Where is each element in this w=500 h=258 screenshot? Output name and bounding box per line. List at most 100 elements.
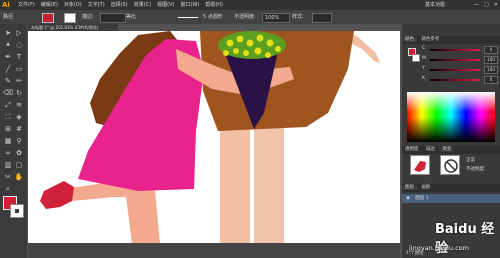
watermark: Baidu 经验 jingyan.baidu.com <box>405 210 500 258</box>
window-controls: — □ ✕ <box>474 0 498 10</box>
watermark-url: jingyan.baidu.com <box>409 244 469 252</box>
tools-panel: ➤ ▷ ✦ ◌ ✒ T ╱ ▭ ✎ ✏ ⌫ ↻ ⤢ ≋ ⛶ ◈ ⊞ # ▦ ⚲ ∞ ✿ ▥ ▢ ✂ ✋ ⌕ <box>0 24 27 258</box>
shoe-thumbnail-icon <box>414 161 426 172</box>
mesh-tool-icon[interactable]: # <box>14 124 24 134</box>
panel-opacity-label: 不透明度: <box>466 167 486 172</box>
blend-tool-icon[interactable]: ∞ <box>3 148 13 158</box>
pen-tool-icon[interactable]: ✒ <box>3 52 13 62</box>
rectangle-tool-icon[interactable]: ▭ <box>14 64 24 74</box>
menu-item-0[interactable]: 文件(F) <box>18 0 35 10</box>
opacity-label: 不透明度: <box>234 14 256 20</box>
slider-field-y[interactable]: 100 <box>484 66 498 74</box>
girl-shoe <box>40 181 74 209</box>
slice-tool-icon[interactable]: ✂ <box>3 172 13 182</box>
slider-label-m: M <box>422 56 426 61</box>
control-bar: 路径 描边: 等比 5 点圆形 不透明度: 100% 样式: <box>0 10 500 24</box>
man-left-leg <box>220 127 250 243</box>
scale-tool-icon[interactable]: ⤢ <box>3 100 13 110</box>
panel-stroke-swatch[interactable] <box>412 54 420 62</box>
brush-label[interactable]: 5 点圆形 <box>203 10 223 24</box>
menu-item-3[interactable]: 文字(T) <box>88 0 105 10</box>
illustration <box>40 31 380 243</box>
tab-gradient[interactable]: 渐变 <box>439 147 455 152</box>
tab-color[interactable]: 颜色 <box>402 37 417 42</box>
gradient-preview[interactable] <box>410 155 430 175</box>
pencil-tool-icon[interactable]: ✏ <box>14 76 24 86</box>
layer-name: 图层 1 <box>415 196 429 201</box>
slider-field-k[interactable]: 0 <box>484 76 498 84</box>
eraser-tool-icon[interactable]: ⌫ <box>3 88 13 98</box>
control-stroke-swatch[interactable] <box>64 13 76 23</box>
perspective-tool-icon[interactable]: ⊞ <box>3 124 13 134</box>
eyedropper-tool-icon[interactable]: ⚲ <box>14 136 24 146</box>
slider-label-c: C <box>422 46 426 51</box>
stroke-label: 描边: <box>82 14 94 20</box>
minimize-icon[interactable]: — <box>474 0 479 10</box>
shape-builder-tool-icon[interactable]: ◈ <box>14 112 24 122</box>
menu-item-6[interactable]: 视图(V) <box>157 0 174 10</box>
layer-row[interactable]: ◉ 图层 1 <box>402 194 500 203</box>
selection-arrow-tool-icon[interactable]: ➤ <box>3 28 13 38</box>
width-tool-icon[interactable]: ≋ <box>14 100 24 110</box>
gradient-tool-icon[interactable]: ▦ <box>3 136 13 146</box>
line-tool-icon[interactable]: ╱ <box>3 64 13 74</box>
selection-type-label: 路径 <box>3 14 14 20</box>
tab-transparency[interactable]: 透明度 <box>402 147 422 152</box>
menu-item-7[interactable]: 窗口(W) <box>180 0 199 10</box>
hand-tool-icon[interactable]: ✋ <box>14 172 24 182</box>
blend-mode[interactable]: 正常 <box>466 157 475 163</box>
type-tool-icon[interactable]: T <box>14 52 24 62</box>
maximize-icon[interactable]: □ <box>484 0 489 10</box>
man-right-leg <box>254 127 284 243</box>
appearance-panel-tabs: 透明度 描边 渐变 <box>402 146 500 154</box>
menu-item-5[interactable]: 效果(C) <box>134 0 151 10</box>
workspace-switcher[interactable]: 基本功能 <box>425 0 445 10</box>
slider-label-k: K <box>422 76 425 81</box>
tab-stroke[interactable]: 描边 <box>423 147 438 152</box>
style-label: 样式: <box>292 14 304 20</box>
menu-item-8[interactable]: 帮助(H) <box>205 0 223 10</box>
status-bar <box>28 243 400 258</box>
lasso-tool-icon[interactable]: ◌ <box>14 40 24 50</box>
tab-layers[interactable]: 图层 <box>402 185 417 190</box>
style-dropdown[interactable] <box>312 13 332 23</box>
menu-item-1[interactable]: 编辑(E) <box>41 0 58 10</box>
slider-m[interactable] <box>430 59 480 61</box>
slider-c[interactable] <box>430 49 480 51</box>
menu-item-4[interactable]: 选择(S) <box>111 0 128 10</box>
none-swatch-icon[interactable] <box>440 155 460 175</box>
color-panel-tabs: 颜色 颜色参考 <box>402 36 500 44</box>
menu-items: 文件(F) 编辑(E) 对象(O) 文字(T) 选择(S) 效果(C) 视图(V) 窗口(W)… <box>18 0 223 10</box>
color-spectrum[interactable] <box>407 92 495 142</box>
slider-k[interactable] <box>430 79 480 81</box>
direct-select-tool-icon[interactable]: ▷ <box>14 28 24 38</box>
tab-artboards[interactable]: 画板 <box>418 185 433 190</box>
tab-color-guide[interactable]: 颜色参考 <box>418 37 442 42</box>
slider-field-c[interactable]: 0 <box>484 46 498 54</box>
slider-field-m[interactable]: 100 <box>484 56 498 64</box>
document-tab[interactable]: 未标题-1* @ 201.83% (CMYK/预览) <box>28 24 118 31</box>
menu-bar: Ai 文件(F) 编辑(E) 对象(O) 文字(T) 选择(S) 效果(C) 视图(V) 窗口… <box>0 0 500 10</box>
uniform-label: 等比 <box>126 14 137 20</box>
slider-y[interactable] <box>430 69 480 71</box>
app-logo: Ai <box>2 1 10 9</box>
layers-panel-tabs: 图层 画板 <box>402 184 500 192</box>
zoom-tool-icon[interactable]: ⌕ <box>3 184 13 194</box>
eye-icon[interactable]: ◉ <box>402 196 410 201</box>
control-fill-swatch[interactable] <box>42 13 54 23</box>
rotate-tool-icon[interactable]: ↻ <box>14 88 24 98</box>
symbol-sprayer-tool-icon[interactable]: ✿ <box>14 148 24 158</box>
brush-stroke-preview <box>178 17 198 18</box>
free-transform-tool-icon[interactable]: ⛶ <box>3 112 13 122</box>
magic-wand-tool-icon[interactable]: ✦ <box>3 40 13 50</box>
artboard-canvas[interactable] <box>28 31 400 243</box>
close-icon[interactable]: ✕ <box>494 0 498 10</box>
stroke-weight-field[interactable] <box>100 13 126 23</box>
slider-label-y: Y <box>422 66 425 71</box>
column-graph-tool-icon[interactable]: ▥ <box>3 160 13 170</box>
opacity-field[interactable]: 100% <box>262 13 290 23</box>
artboard-tool-icon[interactable]: ▢ <box>14 160 24 170</box>
menu-item-2[interactable]: 对象(O) <box>64 0 82 10</box>
paintbrush-tool-icon[interactable]: ✎ <box>3 76 13 86</box>
stroke-color-swatch[interactable] <box>10 204 24 218</box>
